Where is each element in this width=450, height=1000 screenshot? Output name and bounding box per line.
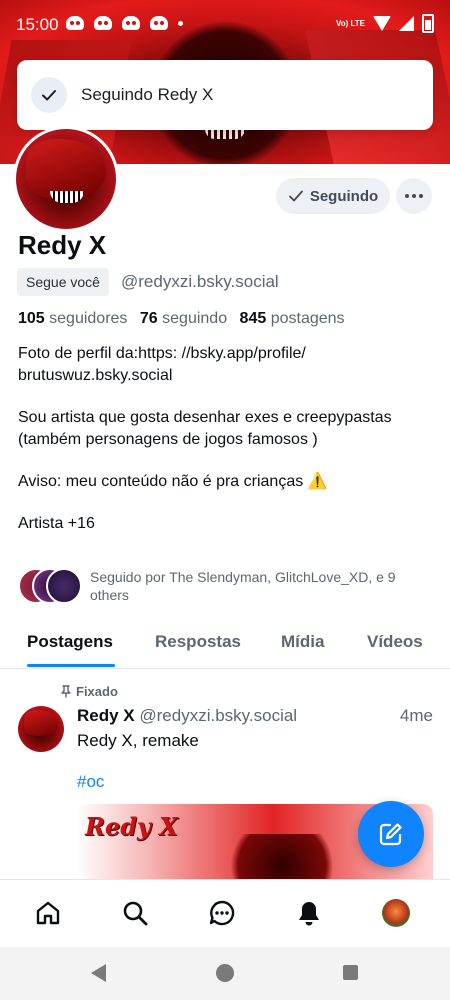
status-time: 15:00	[16, 15, 59, 34]
follows-you-badge: Segue você	[17, 268, 109, 296]
discord-icon	[66, 16, 84, 30]
discord-icon	[150, 16, 168, 30]
followed-by-text: Seguido por The Slendyman, GlitchLove_XD…	[90, 569, 396, 603]
volte-indicator: Vo) LTE	[335, 19, 365, 28]
followed-by-row[interactable]: Seguido por The Slendyman, GlitchLove_XD…	[18, 568, 430, 604]
profile-stats: 105 seguidores 76 seguindo 845 postagens	[18, 310, 353, 328]
posts-label: postagens	[270, 310, 345, 327]
tab-replies[interactable]: Respostas	[155, 632, 241, 652]
following-button-label: Seguindo	[309, 187, 379, 205]
post-image-title: Redy X	[85, 812, 178, 841]
home-icon	[36, 901, 60, 925]
recent-apps-icon[interactable]	[343, 965, 358, 980]
check-icon	[31, 77, 67, 113]
compose-button[interactable]	[358, 801, 424, 867]
pinned-label: Fixado	[76, 684, 118, 699]
post-timestamp[interactable]: 4me	[400, 706, 433, 726]
profile-avatar[interactable]	[13, 126, 119, 232]
post-author-avatar[interactable]	[18, 706, 64, 752]
back-icon[interactable]	[91, 964, 106, 982]
nav-notifications[interactable]	[292, 896, 326, 930]
search-icon	[123, 901, 148, 926]
following-count: 76	[139, 310, 158, 327]
tab-media[interactable]: Mídia	[281, 632, 324, 652]
post-image-figure	[227, 834, 337, 884]
avatar-smile	[50, 191, 84, 203]
following-button[interactable]: Seguindo	[276, 178, 390, 214]
post-hashtag[interactable]: #oc	[77, 772, 104, 792]
check-icon	[288, 190, 303, 202]
discord-icon	[122, 16, 140, 30]
profile-bio: Foto de perfil da:https: //bsky.app/prof…	[18, 343, 428, 535]
system-navigation-bar	[0, 947, 450, 1000]
toast-notification[interactable]: Seguindo Redy X	[17, 60, 433, 130]
follower-avatar	[46, 568, 82, 604]
profile-tabs: Postagens Respostas Mídia Vídeos	[0, 620, 450, 669]
followers-stat[interactable]: 105 seguidores	[18, 310, 127, 327]
post-text: Redy X, remake	[77, 731, 199, 750]
avatar-hair	[26, 139, 106, 199]
bio-line: Aviso: meu conteúdo não é pra crianças ⚠…	[18, 473, 328, 490]
nav-profile[interactable]	[379, 896, 413, 930]
bottom-navigation	[0, 879, 450, 948]
wifi-icon	[373, 16, 391, 31]
home-circle-icon[interactable]	[216, 964, 234, 982]
status-indicators: Vo) LTE	[336, 14, 434, 33]
status-bar: 15:00 Vo) LTE	[0, 0, 450, 52]
nav-home[interactable]	[31, 896, 65, 930]
posts-stat: 845 postagens	[240, 310, 345, 327]
following-label: seguindo	[162, 310, 228, 327]
pin-icon	[61, 685, 71, 698]
chat-icon	[209, 900, 235, 926]
tab-videos[interactable]: Vídeos	[367, 632, 423, 652]
profile-display-name: Redy X	[18, 230, 107, 260]
bio-line: Sou artista que gosta desenhar exes e cr…	[18, 409, 392, 448]
profile-handle[interactable]: @redyxzi.bsky.social	[121, 272, 279, 292]
signal-icon	[399, 16, 414, 31]
post-header: Redy X @redyxzi.bsky.social 4me	[77, 706, 433, 726]
profile-avatar-icon	[382, 899, 410, 927]
discord-icon	[94, 16, 112, 30]
active-tab-indicator	[27, 664, 115, 667]
more-notifications-dot	[178, 21, 183, 26]
followers-count: 105	[18, 310, 45, 327]
bio-line[interactable]: brutuswuz.bsky.social	[18, 365, 428, 387]
bio-line[interactable]: Foto de perfil da:https: //bsky.app/prof…	[18, 343, 428, 365]
nav-chat[interactable]	[205, 896, 239, 930]
pinned-indicator: Fixado	[60, 684, 118, 699]
battery-icon	[422, 14, 434, 33]
bell-icon	[299, 902, 319, 926]
follower-avatars	[18, 568, 82, 604]
avatar-hair	[24, 710, 58, 736]
posts-count: 845	[239, 310, 267, 327]
ellipsis-icon	[405, 194, 423, 198]
notification-icons	[66, 16, 183, 30]
followers-label: seguidores	[49, 310, 128, 327]
post-author-handle[interactable]: @redyxzi.bsky.social	[139, 706, 297, 725]
tab-posts[interactable]: Postagens	[27, 632, 113, 652]
bio-line: Artista +16	[18, 515, 95, 532]
post-author-name[interactable]: Redy X	[77, 706, 135, 725]
following-stat[interactable]: 76 seguindo	[140, 310, 227, 327]
compose-icon	[379, 823, 402, 846]
toast-message: Seguindo Redy X	[81, 85, 214, 104]
nav-search[interactable]	[118, 896, 152, 930]
more-options-button[interactable]	[396, 178, 432, 214]
